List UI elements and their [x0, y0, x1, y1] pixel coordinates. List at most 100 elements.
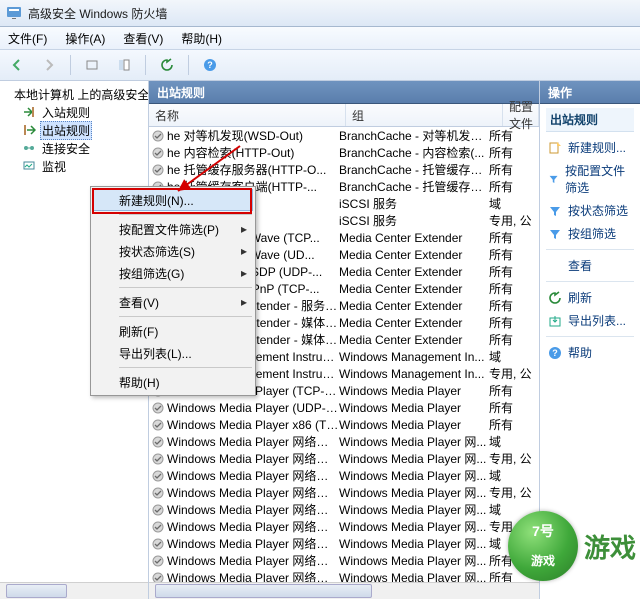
- titlebar: 高级安全 Windows 防火墙: [0, 0, 640, 27]
- rule-row[interactable]: he 托管缓存服务器(HTTP-O...BranchCache - 托管缓存服.…: [149, 161, 539, 178]
- action-filter-group[interactable]: 按组筛选: [546, 222, 634, 245]
- rule-row[interactable]: Windows Media Player 网络共享服务...Windows Me…: [149, 552, 539, 569]
- rule-icon: [149, 419, 167, 431]
- help-button[interactable]: ?: [197, 52, 223, 78]
- rule-profile: 所有: [489, 399, 539, 416]
- refresh-button[interactable]: [154, 52, 180, 78]
- col-group[interactable]: 组: [346, 104, 503, 126]
- ctx-help[interactable]: 帮助(H): [93, 371, 253, 393]
- rule-row[interactable]: Windows Media Player (UDP-Out)Windows Me…: [149, 399, 539, 416]
- rule-row[interactable]: Windows Media Player 网络共享服务...Windows Me…: [149, 450, 539, 467]
- rule-group: BranchCache - 对等机发现...: [339, 127, 489, 144]
- rule-group: Media Center Extender: [339, 248, 489, 262]
- ctx-view[interactable]: 查看(V): [93, 291, 253, 313]
- rule-row[interactable]: Windows Media Player 网络共享服务...Windows Me…: [149, 569, 539, 582]
- tree-monitor-label: 监视: [40, 158, 68, 175]
- tree-inbound-label: 入站规则: [40, 104, 92, 121]
- toolbar-btn-1[interactable]: [79, 52, 105, 78]
- rule-profile: 所有: [489, 127, 539, 144]
- rule-row[interactable]: Windows Media Player 网络共享服务...Windows Me…: [149, 484, 539, 501]
- menu-help[interactable]: 帮助(H): [177, 28, 226, 49]
- menubar: 文件(F) 操作(A) 查看(V) 帮助(H): [0, 27, 640, 50]
- rule-profile: 专用, 公: [489, 212, 539, 229]
- rule-row[interactable]: he 对等机发现(WSD-Out)BranchCache - 对等机发现...所…: [149, 127, 539, 144]
- center-hscroll[interactable]: [149, 582, 539, 599]
- ctx-filter-profile[interactable]: 按配置文件筛选(P): [93, 218, 253, 240]
- context-menu: 新建规则(N)... 按配置文件筛选(P) 按状态筛选(S) 按组筛选(G) 查…: [90, 186, 256, 396]
- ctx-refresh[interactable]: 刷新(F): [93, 320, 253, 342]
- window-title: 高级安全 Windows 防火墙: [28, 5, 167, 22]
- rule-profile: 所有: [489, 297, 539, 314]
- center-header: 出站规则: [149, 81, 539, 104]
- rule-icon: [149, 538, 167, 550]
- rule-row[interactable]: Windows Media Player 网络共享服务...Windows Me…: [149, 467, 539, 484]
- tree-connsec[interactable]: 连接安全: [0, 139, 148, 157]
- rule-profile: 专用, 公: [489, 484, 539, 501]
- action-view[interactable]: 查看: [546, 254, 634, 277]
- rule-icon: [149, 130, 167, 142]
- tree-inbound[interactable]: 入站规则: [0, 103, 148, 121]
- rule-profile: 域: [489, 195, 539, 212]
- action-help[interactable]: ?帮助: [546, 341, 634, 364]
- menu-action[interactable]: 操作(A): [61, 28, 109, 49]
- tree-hscroll[interactable]: [0, 582, 148, 599]
- rule-group: Windows Media Player: [339, 384, 489, 398]
- col-profile[interactable]: 配置文件: [503, 104, 539, 126]
- app-icon: [6, 5, 22, 21]
- rule-row[interactable]: Windows Media Player 网络共享服务...Windows Me…: [149, 535, 539, 552]
- rule-group: Media Center Extender: [339, 316, 489, 330]
- back-button[interactable]: [4, 52, 30, 78]
- tree-monitor[interactable]: 监视: [0, 157, 148, 175]
- action-export[interactable]: 导出列表...: [546, 309, 634, 332]
- menu-view[interactable]: 查看(V): [119, 28, 167, 49]
- rule-row[interactable]: Windows Media Player 网络共享服务...Windows Me…: [149, 501, 539, 518]
- rule-profile: 所有: [489, 331, 539, 348]
- toolbar-btn-2[interactable]: [111, 52, 137, 78]
- ctx-new-rule[interactable]: 新建规则(N)...: [93, 189, 253, 211]
- rule-profile: 所有: [489, 161, 539, 178]
- rule-profile: 所有: [489, 314, 539, 331]
- rule-group: iSCSI 服务: [339, 195, 489, 212]
- rule-icon: [149, 487, 167, 499]
- ctx-export[interactable]: 导出列表(L)...: [93, 342, 253, 364]
- rule-profile: 所有: [489, 552, 539, 569]
- rule-name: Windows Media Player 网络共享服务...: [167, 518, 339, 535]
- rule-profile: 所有: [489, 382, 539, 399]
- action-filter-state[interactable]: 按状态筛选: [546, 199, 634, 222]
- rule-icon: [149, 504, 167, 516]
- tree-root-label: 本地计算机 上的高级安全 Win: [12, 86, 148, 103]
- rule-group: Windows Media Player 网...: [339, 569, 489, 582]
- rule-row[interactable]: Windows Media Player 网络共享服务...Windows Me…: [149, 433, 539, 450]
- rule-profile: 专用, 公: [489, 450, 539, 467]
- ctx-filter-group[interactable]: 按组筛选(G): [93, 262, 253, 284]
- tree-outbound[interactable]: 出站规则: [0, 121, 148, 139]
- toolbar: ?: [0, 50, 640, 81]
- rule-group: Media Center Extender: [339, 265, 489, 279]
- rule-row[interactable]: Windows Media Player 网络共享服务...Windows Me…: [149, 518, 539, 535]
- action-refresh[interactable]: 刷新: [546, 286, 634, 309]
- rule-name: he 内容检索(HTTP-Out): [167, 144, 339, 161]
- column-headers: 名称 组 配置文件: [149, 104, 539, 127]
- rule-group: Media Center Extender: [339, 299, 489, 313]
- rule-name: Windows Media Player 网络共享服务...: [167, 484, 339, 501]
- menu-file[interactable]: 文件(F): [4, 28, 51, 49]
- rule-name: Windows Media Player 网络共享服务...: [167, 552, 339, 569]
- ctx-filter-state[interactable]: 按状态筛选(S): [93, 240, 253, 262]
- rule-row[interactable]: he 内容检索(HTTP-Out)BranchCache - 内容检索(...所…: [149, 144, 539, 161]
- rule-icon: [149, 164, 167, 176]
- rule-group: Windows Management In...: [339, 350, 489, 364]
- action-filter-profile[interactable]: 按配置文件筛选: [546, 159, 634, 199]
- rule-group: Media Center Extender: [339, 231, 489, 245]
- rule-profile: 所有: [489, 280, 539, 297]
- rule-group: BranchCache - 托管缓存服...: [339, 161, 489, 178]
- rule-group: Media Center Extender: [339, 333, 489, 347]
- forward-button[interactable]: [36, 52, 62, 78]
- action-new-rule[interactable]: 新建规则...: [546, 136, 634, 159]
- rule-name: Windows Media Player 网络共享服务...: [167, 433, 339, 450]
- tree-root[interactable]: 本地计算机 上的高级安全 Win: [0, 85, 148, 103]
- rule-icon: [149, 521, 167, 533]
- rule-profile: 所有: [489, 416, 539, 433]
- rule-profile: 域: [489, 433, 539, 450]
- rule-row[interactable]: Windows Media Player x86 (TCP-Out)Window…: [149, 416, 539, 433]
- col-name[interactable]: 名称: [149, 104, 346, 126]
